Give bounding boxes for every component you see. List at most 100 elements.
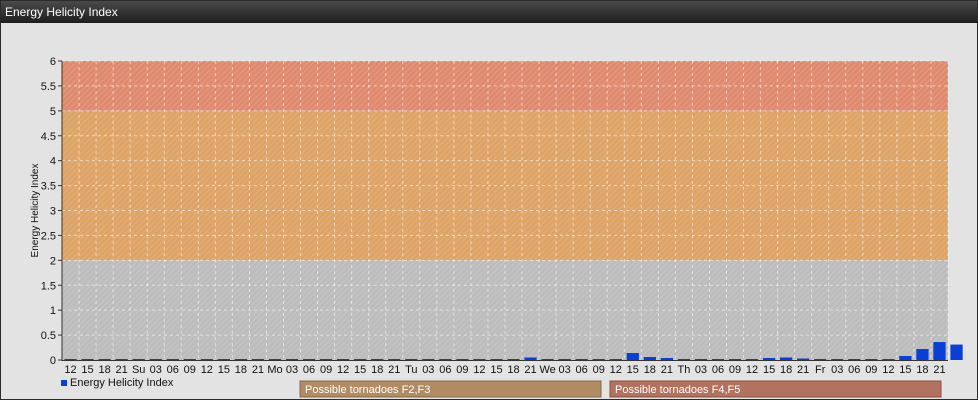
x-tick-label-40: 12: [746, 364, 758, 376]
x-tick-label-22: 06: [439, 364, 451, 376]
bar-32: [609, 359, 622, 360]
x-tick-label-38: 06: [712, 364, 724, 376]
bar-50: [916, 349, 929, 360]
bar-21: [422, 359, 435, 360]
x-tick-label-4: Su: [132, 364, 145, 376]
x-tick-label-44: Fr: [815, 364, 826, 376]
chart: 0 0.5 1 1.5 2 2.5 3 3.5 4 4.5 5 5.5 6 12 15 18 21 Su 03 06…: [30, 56, 963, 398]
bar-37: [694, 359, 708, 360]
bar-28: [541, 359, 554, 360]
bar-17: [354, 359, 367, 360]
bar-15: [319, 359, 333, 360]
chart-panel: Energy Helicity Index 0 0.5 1 1.5 2 2.5 3 3.5 4 4…: [0, 0, 978, 400]
legend-label: Energy Helicity Index: [70, 377, 174, 389]
bar-8: [200, 359, 213, 360]
x-tick-label-0: 12: [64, 364, 76, 376]
bar-11: [251, 359, 265, 360]
bar-36: [677, 359, 691, 360]
x-tick-label-51: 21: [933, 364, 945, 376]
bar-3: [115, 359, 128, 360]
bar-46: [848, 359, 861, 360]
bar-35: [660, 358, 673, 360]
x-tick-label-19: 21: [388, 364, 400, 376]
bar-9: [217, 359, 230, 360]
y-tick-label-10: 5: [50, 106, 56, 118]
y-tick-label-6: 3: [50, 206, 56, 218]
x-tick-label-18: 18: [371, 364, 383, 376]
x-tick-label-33: 15: [627, 364, 639, 376]
bar-12: [268, 359, 282, 360]
bar-44: [814, 359, 827, 360]
bar-52: [950, 344, 963, 360]
x-tick-label-20: Tu: [405, 364, 417, 376]
y-tick-label-9: 4.5: [41, 131, 56, 143]
x-tick-label-12: Mo: [267, 364, 282, 376]
x-tick-label-45: 03: [831, 364, 843, 376]
x-tick-label-26: 18: [507, 364, 519, 376]
x-tick-label-14: 06: [303, 364, 315, 376]
x-tick-label-1: 15: [81, 364, 93, 376]
x-tick-label-34: 18: [644, 364, 656, 376]
y-tick-label-5: 2.5: [41, 230, 56, 242]
bar-20: [405, 359, 418, 360]
bar-51: [933, 342, 946, 360]
x-tick-label-28: We: [539, 364, 555, 376]
bar-19: [388, 359, 401, 360]
x-tick-label-24: 12: [473, 364, 485, 376]
bar-40: [745, 359, 759, 360]
bar-38: [711, 359, 725, 360]
bar-7: [183, 359, 196, 360]
bar-27: [524, 357, 537, 360]
x-tick-label-23: 09: [456, 364, 468, 376]
y-tick-label-4: 2: [50, 255, 56, 267]
x-tick-label-36: Th: [677, 364, 690, 376]
legend-swatch: [61, 380, 67, 386]
bar-13: [285, 359, 299, 360]
x-tick-label-41: 15: [763, 364, 775, 376]
bar-25: [490, 359, 503, 360]
bar-42: [780, 357, 793, 360]
bar-14: [302, 359, 316, 360]
x-tick-label-32: 12: [610, 364, 622, 376]
bar-48: [882, 359, 895, 360]
zone-f4f5-label: Possible tornadoes F4,F5: [615, 384, 740, 396]
x-tick-label-5: 03: [150, 364, 162, 376]
x-tick-label-8: 12: [201, 364, 213, 376]
x-tick-label-13: 03: [286, 364, 298, 376]
x-tick-label-29: 03: [559, 364, 571, 376]
bar-16: [337, 359, 350, 360]
x-tick-label-25: 15: [490, 364, 502, 376]
x-tick-label-3: 21: [116, 364, 128, 376]
x-tick-label-48: 12: [882, 364, 894, 376]
x-tick-label-47: 09: [865, 364, 877, 376]
bar-34: [643, 357, 656, 360]
bar-18: [371, 359, 384, 360]
y-tick-label-0: 0: [50, 355, 56, 367]
x-tick-label-37: 03: [695, 364, 707, 376]
zone-f4f5: Possible tornadoes F4,F5: [609, 380, 942, 398]
bar-22: [439, 359, 452, 360]
bar-39: [728, 359, 742, 360]
bar-6: [166, 359, 179, 360]
bar-1: [81, 359, 94, 360]
x-tick-label-35: 21: [661, 364, 673, 376]
x-tick-label-49: 15: [899, 364, 911, 376]
bar-23: [456, 359, 469, 360]
bar-31: [592, 359, 605, 360]
x-tick-label-6: 06: [167, 364, 179, 376]
x-tick-label-50: 18: [916, 364, 928, 376]
bar-24: [473, 359, 486, 360]
y-tick-label-3: 1.5: [41, 280, 56, 292]
bar-33: [626, 353, 639, 360]
x-tick-label-10: 18: [235, 364, 247, 376]
bar-41: [762, 358, 776, 360]
y-axis-label: Energy Helicity Index: [30, 164, 41, 258]
x-tick-label-46: 06: [848, 364, 860, 376]
x-tick-label-27: 21: [524, 364, 536, 376]
zone-f2f3-label: Possible tornadoes F2,F3: [305, 384, 430, 396]
bar-5: [149, 359, 162, 360]
y-tick-label-7: 3.5: [41, 181, 56, 193]
y-tick-label-8: 4: [50, 156, 56, 168]
bar-10: [234, 359, 248, 360]
x-tick-label-21: 03: [422, 364, 434, 376]
